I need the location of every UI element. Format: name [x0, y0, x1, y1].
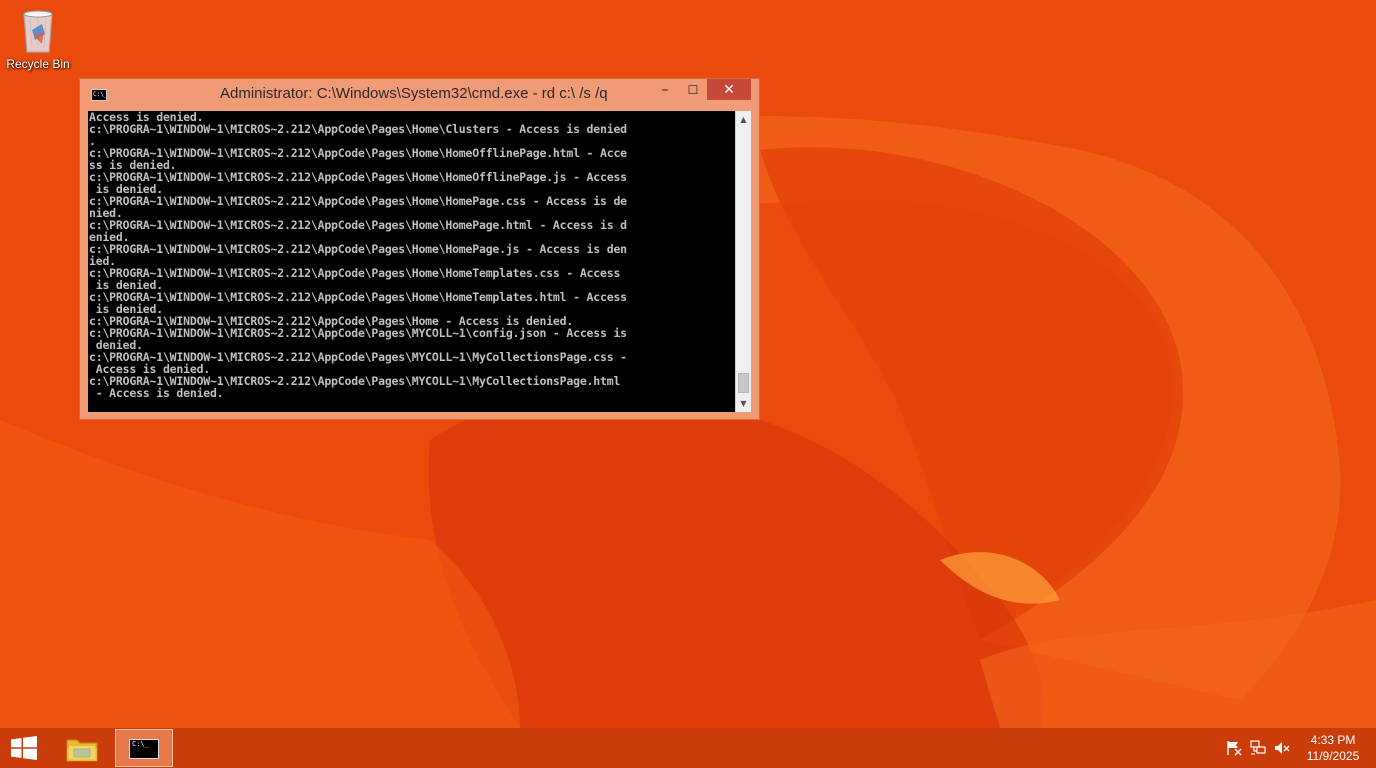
taskbar[interactable]: C:\_ 4:33 PM 11/9/2025 — [0, 728, 1376, 768]
scrollbar-thumb[interactable] — [738, 373, 749, 393]
clock-time: 4:33 PM — [1310, 733, 1356, 747]
maximize-button[interactable]: ☐ — [680, 79, 706, 100]
cmd-icon[interactable]: C:\_ — [91, 89, 107, 101]
window-titlebar[interactable]: C:\_ Administrator: C:\Windows\System32\… — [80, 79, 759, 109]
folder-icon — [66, 739, 98, 762]
console-line: c:\PROGRA~1\WINDOW~1\MICROS~2.212\AppCod… — [89, 122, 627, 136]
console-line: c:\PROGRA~1\WINDOW~1\MICROS~2.212\AppCod… — [89, 242, 627, 256]
console-line: c:\PROGRA~1\WINDOW~1\MICROS~2.212\AppCod… — [89, 218, 627, 232]
window-title: Administrator: C:\Windows\System32\cmd.e… — [220, 85, 608, 102]
desktop-icon-label: Recycle Bin — [6, 57, 70, 71]
console-line: c:\PROGRA~1\WINDOW~1\MICROS~2.212\AppCod… — [89, 170, 627, 184]
console-line: c:\PROGRA~1\WINDOW~1\MICROS~2.212\AppCod… — [89, 146, 627, 160]
network-icon[interactable] — [1249, 739, 1267, 757]
console-output[interactable]: Access is denied. c:\PROGRA~1\WINDOW~1\MI… — [89, 111, 735, 412]
cmd-window[interactable]: C:\_ Administrator: C:\Windows\System32\… — [79, 78, 760, 420]
desktop[interactable]: Recycle Bin C:\_ Administrator: C:\Windo… — [0, 0, 1376, 768]
start-button[interactable] — [0, 728, 48, 768]
action-center-flag-icon[interactable] — [1225, 739, 1243, 757]
cmd-icon: C:\_ — [129, 739, 159, 759]
recycle-bin-icon — [23, 10, 53, 53]
console-line: c:\PROGRA~1\WINDOW~1\MICROS~2.212\AppCod… — [89, 266, 621, 280]
file-explorer-taskbar-button[interactable] — [58, 728, 106, 768]
console-line: - Access is denied. — [89, 386, 224, 400]
console-line: c:\PROGRA~1\WINDOW~1\MICROS~2.212\AppCod… — [89, 326, 627, 340]
scroll-down-arrow-icon[interactable]: ▼ — [736, 395, 751, 412]
windows-logo-icon — [11, 736, 37, 760]
clock-date: 11/9/2025 — [1306, 749, 1360, 763]
close-button[interactable]: ✕ — [707, 79, 751, 100]
minimize-button[interactable]: – — [652, 79, 678, 100]
vertical-scrollbar[interactable]: ▲ ▼ — [735, 111, 751, 412]
taskbar-clock[interactable]: 4:33 PM 11/9/2025 — [1300, 732, 1366, 764]
scroll-up-arrow-icon[interactable]: ▲ — [736, 111, 751, 128]
console-area[interactable]: Access is denied. c:\PROGRA~1\WINDOW~1\MI… — [88, 111, 751, 412]
maximize-icon: ☐ — [687, 82, 699, 97]
console-line: c:\PROGRA~1\WINDOW~1\MICROS~2.212\AppCod… — [89, 290, 627, 304]
desktop-icon-recycle-bin[interactable]: Recycle Bin — [2, 4, 74, 76]
minimize-icon: – — [661, 81, 669, 98]
close-icon: ✕ — [723, 81, 735, 98]
volume-muted-icon[interactable] — [1273, 739, 1291, 757]
cmd-taskbar-button[interactable]: C:\_ — [115, 729, 173, 767]
console-line: c:\PROGRA~1\WINDOW~1\MICROS~2.212\AppCod… — [89, 194, 627, 208]
